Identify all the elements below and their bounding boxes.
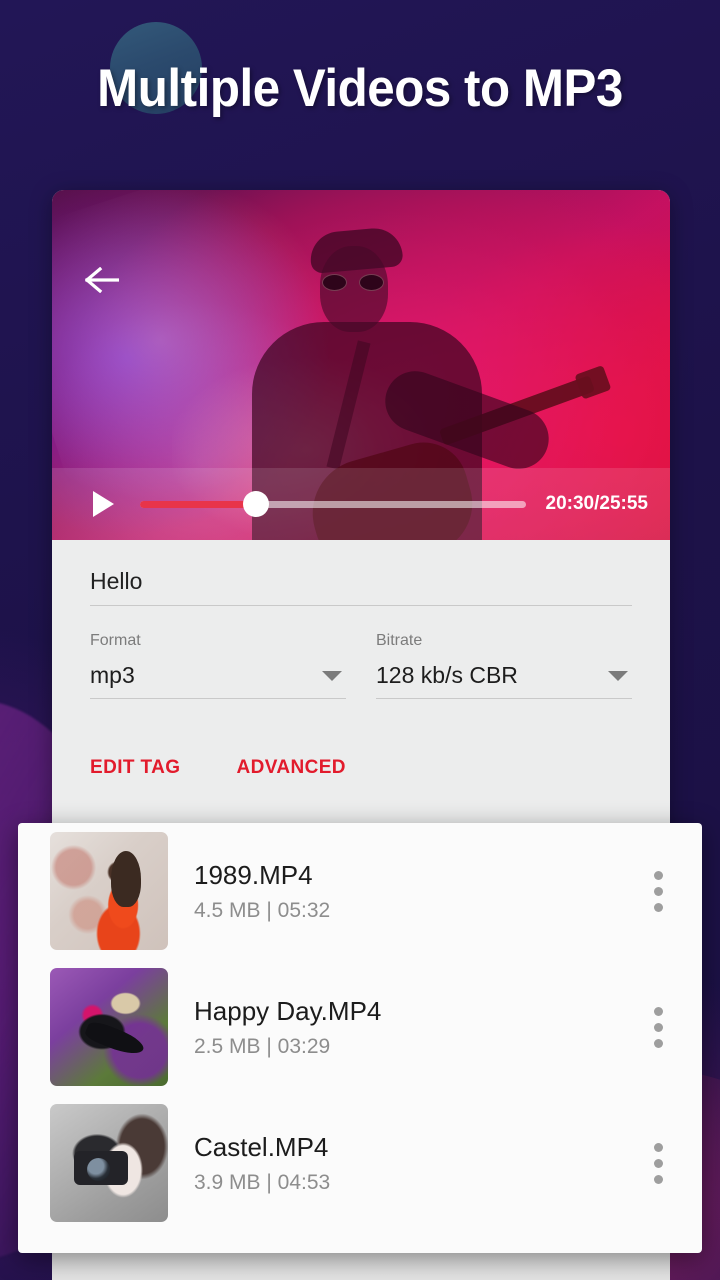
- list-item-title: 1989.MP4: [194, 860, 313, 891]
- list-item-title: Happy Day.MP4: [194, 996, 382, 1027]
- more-vertical-icon[interactable]: [636, 866, 680, 916]
- app-screen: 20:30/25:55 Hello Format mp3 Bitrate 128…: [52, 190, 670, 865]
- edit-tag-button[interactable]: EDIT TAG: [90, 757, 180, 779]
- list-item-text: Castel.MP4 3.9 MB | 04:53: [168, 1131, 636, 1195]
- video-list-card: 1989.MP4 4.5 MB | 05:32 Happy Day.MP4 2.…: [18, 823, 702, 1253]
- list-item[interactable]: Happy Day.MP4 2.5 MB | 03:29: [18, 959, 702, 1095]
- format-value: mp3: [90, 662, 135, 688]
- back-button[interactable]: [80, 258, 124, 302]
- form-actions: EDIT TAG ADVANCED: [90, 757, 632, 779]
- seek-fill: [140, 500, 256, 508]
- video-preview[interactable]: 20:30/25:55: [52, 190, 670, 582]
- format-underline: [90, 698, 346, 699]
- video-thumbnail: [50, 1104, 168, 1222]
- format-select[interactable]: Format mp3: [90, 632, 346, 699]
- conversion-settings-form: Hello Format mp3 Bitrate 128 kb/s CBR ED…: [52, 540, 670, 865]
- bitrate-underline: [376, 698, 632, 699]
- seek-thumb[interactable]: [242, 491, 269, 517]
- list-item-meta: 4.5 MB | 05:32: [194, 898, 331, 922]
- output-name-value[interactable]: Hello: [90, 568, 632, 605]
- advanced-button[interactable]: ADVANCED: [236, 757, 345, 779]
- chevron-down-icon: [608, 670, 628, 681]
- video-thumbnail: [50, 832, 168, 950]
- bitrate-label: Bitrate: [376, 632, 423, 649]
- list-item[interactable]: 1989.MP4 4.5 MB | 05:32: [18, 823, 702, 959]
- format-label: Format: [90, 632, 141, 649]
- play-button[interactable]: [72, 491, 134, 517]
- seek-bar[interactable]: [140, 491, 526, 517]
- video-thumbnail: [50, 968, 168, 1086]
- format-bitrate-row: Format mp3 Bitrate 128 kb/s CBR: [90, 632, 632, 699]
- time-label: 20:30/25:55: [545, 493, 648, 514]
- bitrate-value: 128 kb/s CBR: [376, 662, 518, 688]
- list-item-meta: 3.9 MB | 04:53: [194, 1170, 331, 1194]
- more-vertical-icon[interactable]: [636, 1138, 680, 1188]
- figure-sunglasses: [322, 274, 384, 291]
- more-vertical-icon[interactable]: [636, 1002, 680, 1052]
- list-item[interactable]: Castel.MP4 3.9 MB | 04:53: [18, 1095, 702, 1231]
- list-item-title: Castel.MP4: [194, 1132, 329, 1163]
- bitrate-select[interactable]: Bitrate 128 kb/s CBR: [376, 632, 632, 699]
- arrow-left-icon: [85, 267, 119, 293]
- format-select-row[interactable]: mp3: [90, 662, 346, 698]
- player-controls: 20:30/25:55: [52, 468, 670, 540]
- bitrate-select-row[interactable]: 128 kb/s CBR: [376, 662, 632, 698]
- output-name-underline: [90, 605, 632, 606]
- page-title: Multiple Videos to MP3: [97, 59, 623, 118]
- list-item-text: 1989.MP4 4.5 MB | 05:32: [168, 859, 636, 923]
- list-item-meta: 2.5 MB | 03:29: [194, 1034, 331, 1058]
- header: Multiple Videos to MP3: [0, 0, 720, 180]
- list-item-text: Happy Day.MP4 2.5 MB | 03:29: [168, 995, 636, 1059]
- output-name-field[interactable]: Hello: [90, 540, 632, 606]
- chevron-down-icon: [322, 670, 342, 681]
- play-icon: [92, 491, 114, 517]
